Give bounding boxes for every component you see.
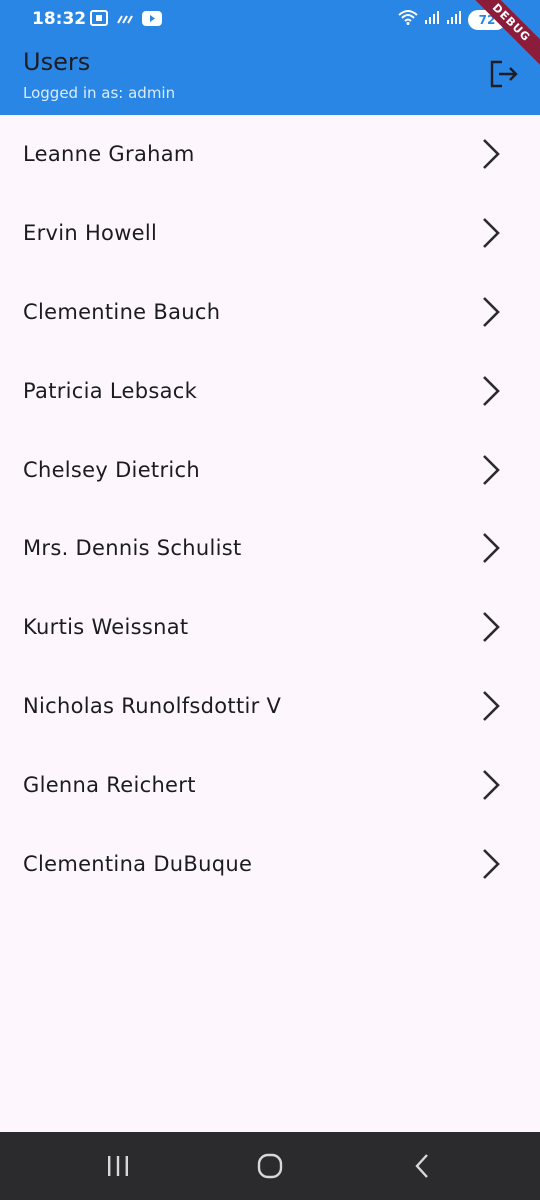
logout-icon (489, 60, 519, 93)
home-button[interactable] (240, 1150, 300, 1182)
user-name: Glenna Reichert (23, 772, 196, 797)
chevron-right-icon (483, 848, 500, 879)
user-name: Nicholas Runolfsdottir V (23, 693, 282, 718)
user-name: Kurtis Weissnat (23, 615, 189, 640)
recent-apps-button[interactable] (88, 1150, 148, 1182)
user-name: Ervin Howell (23, 221, 158, 246)
system-nav-bar (0, 1132, 540, 1200)
data-saver-icon (116, 12, 134, 30)
home-icon (257, 1153, 283, 1179)
user-name: Leanne Graham (23, 142, 195, 167)
user-list-item[interactable]: Clementina DuBuque (0, 824, 540, 903)
user-list-item[interactable]: Chelsey Dietrich (0, 430, 540, 509)
chevron-right-icon (483, 612, 500, 643)
chevron-right-icon (483, 691, 500, 721)
chevron-right-icon (483, 139, 500, 170)
app-header: 18:32 72 DEBUG Users Logged in as: admin (0, 0, 540, 115)
chevron-right-icon (483, 375, 500, 406)
youtube-icon (142, 10, 162, 31)
recent-apps-icon (108, 1156, 128, 1176)
user-list: Leanne Graham Ervin Howell Clementine Ba… (0, 115, 540, 903)
screen-record-icon (90, 10, 108, 31)
chevron-right-icon (483, 769, 500, 800)
user-name: Chelsey Dietrich (23, 457, 200, 482)
page-title: Users (23, 48, 91, 76)
user-list-item[interactable]: Kurtis Weissnat (0, 588, 540, 667)
logout-button[interactable] (484, 56, 524, 96)
status-bar: 18:32 72 (0, 0, 540, 40)
user-list-item[interactable]: Ervin Howell (0, 194, 540, 273)
wifi-icon (398, 9, 418, 30)
logged-in-subtitle: Logged in as: admin (23, 84, 176, 102)
user-list-item[interactable]: Mrs. Dennis Schulist (0, 509, 540, 588)
back-icon (415, 1154, 428, 1178)
user-name: Patricia Lebsack (23, 378, 198, 403)
user-name: Clementine Bauch (23, 299, 221, 324)
chevron-right-icon (483, 533, 500, 564)
signal-icon (424, 9, 440, 30)
chevron-right-icon (483, 454, 500, 485)
status-icons-left (90, 10, 162, 31)
status-time: 18:32 (32, 9, 87, 29)
user-name: Mrs. Dennis Schulist (23, 536, 242, 561)
user-list-item[interactable]: Clementine Bauch (0, 273, 540, 352)
user-list-item[interactable]: Leanne Graham (0, 115, 540, 194)
chevron-right-icon (483, 297, 500, 327)
user-list-item[interactable]: Glenna Reichert (0, 745, 540, 824)
user-name: Clementina DuBuque (23, 851, 253, 876)
signal-icon (446, 9, 462, 30)
user-list-item[interactable]: Patricia Lebsack (0, 351, 540, 430)
user-list-item[interactable]: Nicholas Runolfsdottir V (0, 667, 540, 746)
chevron-right-icon (483, 218, 500, 249)
back-button[interactable] (392, 1150, 452, 1182)
